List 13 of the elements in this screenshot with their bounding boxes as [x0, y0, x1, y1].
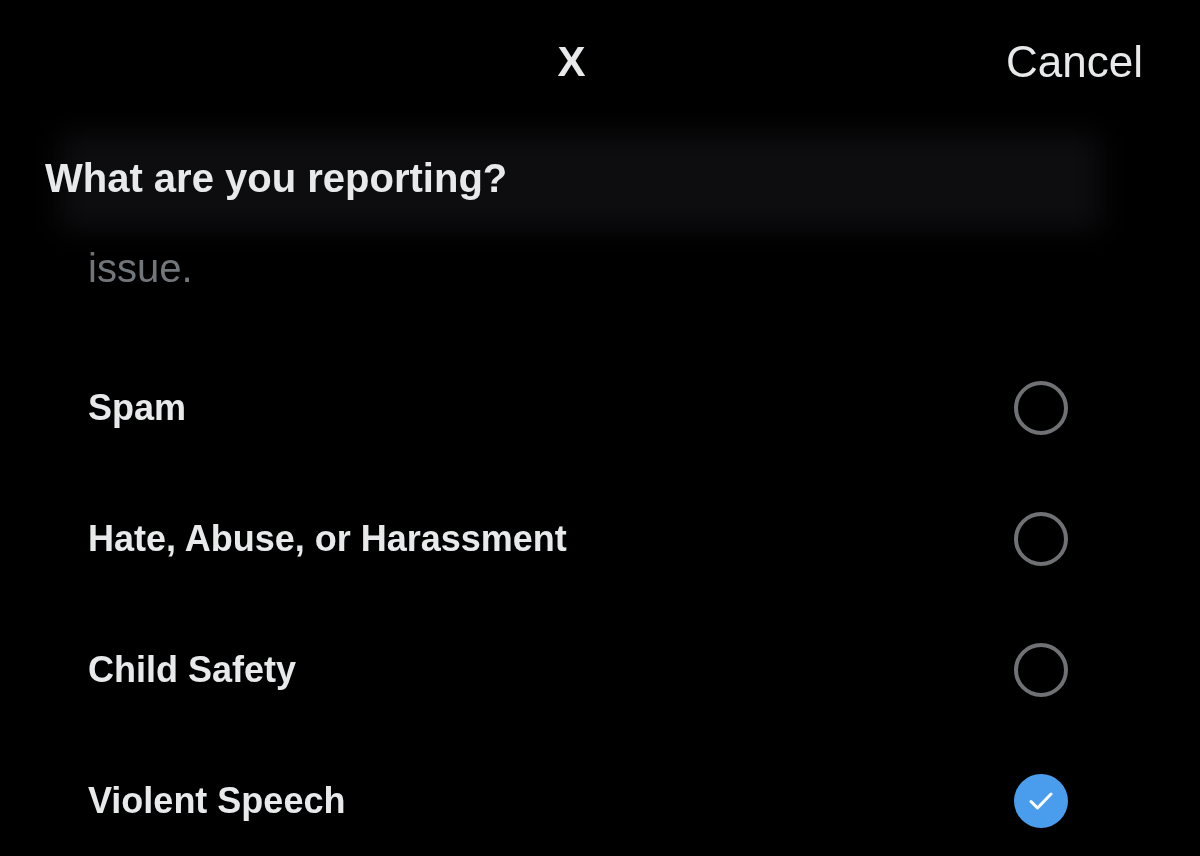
logo: X [557, 41, 586, 83]
option-label: Violent Speech [88, 780, 346, 822]
radio-button[interactable] [1014, 774, 1068, 828]
option-label: Hate, Abuse, or Harassment [88, 518, 567, 560]
radio-button[interactable] [1014, 381, 1068, 435]
option-label: Spam [88, 387, 187, 429]
radio-button[interactable] [1014, 512, 1068, 566]
radio-button[interactable] [1014, 643, 1068, 697]
check-icon [1029, 792, 1053, 810]
page-title: What are you reporting? [45, 155, 509, 202]
cancel-button[interactable]: Cancel [1006, 37, 1143, 87]
description-text: issue. [88, 245, 194, 292]
option-label: Child Safety [88, 649, 297, 691]
